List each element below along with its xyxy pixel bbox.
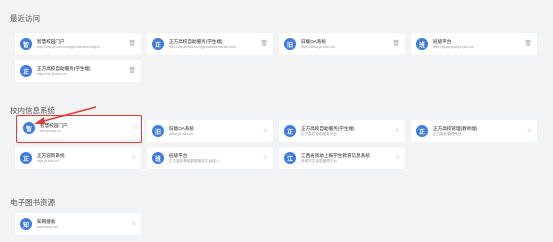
app-icon: 班 bbox=[152, 152, 164, 164]
app-icon: 正 bbox=[20, 65, 32, 77]
app-url: 正方高校基础数据服务平台接入 bbox=[169, 158, 220, 163]
highlight-box bbox=[16, 115, 142, 143]
star-icon[interactable]: ☆ bbox=[395, 154, 400, 161]
app-icon: 旧 bbox=[284, 38, 296, 50]
trash-icon[interactable]: 🗑 bbox=[392, 40, 400, 47]
app-card[interactable]: 正正方高校自助服务(学生端) 正方高校自助服务平台 ☆ bbox=[279, 120, 405, 142]
app-card[interactable]: 智智慧校园门户 http://sso.jlf.edu.cn/login?servi… bbox=[15, 33, 141, 55]
section-title-ebook-resources: 电子图书资源 bbox=[10, 198, 55, 207]
app-url: 正方高校管理系统 bbox=[433, 131, 462, 136]
app-text: 正方高校自助服务(学生端) http://cfs.jlf.edu.cn/xtgl/… bbox=[169, 39, 261, 50]
app-icon: 正 bbox=[20, 152, 32, 164]
star-icon[interactable]: ☆ bbox=[263, 154, 268, 161]
app-text: 正方迎新系统 zfyx.jlf.edu.cn bbox=[37, 153, 129, 164]
star-icon[interactable]: ☆ bbox=[527, 127, 532, 134]
app-url: http://bjcampus.jlf.edu.cn/ bbox=[433, 44, 474, 49]
app-card[interactable]: 江江西省资助上报学生教育信息系统 资助学生信息管理平台 ☆ bbox=[279, 147, 405, 169]
app-icon: 旧 bbox=[152, 125, 164, 137]
app-text: 正方高校管理(教师端) 正方高校管理系统 bbox=[433, 126, 525, 137]
app-icon: 正 bbox=[152, 38, 164, 50]
app-url: zfyx.jlf.edu.cn bbox=[37, 158, 59, 163]
star-icon[interactable]: ☆ bbox=[131, 220, 136, 227]
app-url: 资助学生信息管理平台 bbox=[301, 158, 337, 163]
app-card[interactable]: 正正方高校自助服务(学生端) http://cfs.jlf.edu.cn/🗑 bbox=[15, 60, 141, 82]
app-card[interactable]: 班班级平台 http://bjcampus.jlf.edu.cn/🗑 bbox=[411, 33, 537, 55]
trash-icon[interactable]: 🗑 bbox=[128, 67, 136, 74]
app-card[interactable]: 知知网搜索 www.cnki.net ☆ bbox=[15, 213, 141, 235]
trash-icon[interactable]: 🗑 bbox=[524, 40, 532, 47]
app-text: 智慧校园门户 http://sso.jlf.edu.cn/login?servic… bbox=[37, 39, 129, 50]
app-icon: 江 bbox=[284, 152, 296, 164]
app-card[interactable]: 旧旧版OA系统 http://office.jlf.edu.cn/🗑 bbox=[279, 33, 405, 55]
app-icon: 知 bbox=[20, 218, 32, 230]
app-url: http://cfs.jlf.edu.cn/ bbox=[37, 71, 67, 76]
trash-icon[interactable]: 🗑 bbox=[128, 40, 136, 47]
app-text: 知网搜索 www.cnki.net bbox=[37, 219, 129, 230]
app-url: office.jlf.edu.cn bbox=[169, 131, 193, 136]
app-text: 旧版OA系统 office.jlf.edu.cn bbox=[169, 126, 261, 137]
star-icon[interactable]: ☆ bbox=[131, 154, 136, 161]
app-card[interactable]: 正正方高校自助服务(学生端) http://cfs.jlf.edu.cn/xtgl… bbox=[147, 33, 273, 55]
app-card[interactable]: 旧旧版OA系统 office.jlf.edu.cn ☆ bbox=[147, 120, 273, 142]
app-text: 班级平台 正方高校基础数据服务平台接入 bbox=[169, 153, 261, 164]
app-icon: 正 bbox=[284, 125, 296, 137]
app-url: http://sso.jlf.edu.cn/login?service=http… bbox=[37, 44, 104, 49]
app-card[interactable]: 正正方高校管理(教师端) 正方高校管理系统 ☆ bbox=[411, 120, 537, 142]
app-url: http://cfs.jlf.edu.cn/xtgl/xsdwbcms/xtb.… bbox=[169, 44, 236, 49]
star-icon[interactable]: ☆ bbox=[395, 127, 400, 134]
app-text: 正方高校自助服务(学生端) 正方高校自助服务平台 bbox=[301, 126, 393, 137]
app-icon: 班 bbox=[416, 38, 428, 50]
app-icon: 智 bbox=[20, 38, 32, 50]
app-text: 旧版OA系统 http://office.jlf.edu.cn/ bbox=[301, 39, 393, 50]
star-icon[interactable]: ☆ bbox=[263, 127, 268, 134]
app-card[interactable]: 正正方迎新系统 zfyx.jlf.edu.cn ☆ bbox=[15, 147, 141, 169]
app-text: 江西省资助上报学生教育信息系统 资助学生信息管理平台 bbox=[301, 153, 393, 164]
app-card[interactable]: 班班级平台 正方高校基础数据服务平台接入 ☆ bbox=[147, 147, 273, 169]
app-url: http://office.jlf.edu.cn/ bbox=[301, 44, 335, 49]
app-text: 班级平台 http://bjcampus.jlf.edu.cn/ bbox=[433, 39, 525, 50]
section-title-recent: 最近访问 bbox=[10, 14, 40, 23]
app-icon: 正 bbox=[416, 125, 428, 137]
app-url: www.cnki.net bbox=[37, 224, 58, 229]
app-url: 正方高校自助服务平台 bbox=[301, 131, 337, 136]
app-text: 正方高校自助服务(学生端) http://cfs.jlf.edu.cn/ bbox=[37, 66, 129, 77]
trash-icon[interactable]: 🗑 bbox=[260, 40, 268, 47]
